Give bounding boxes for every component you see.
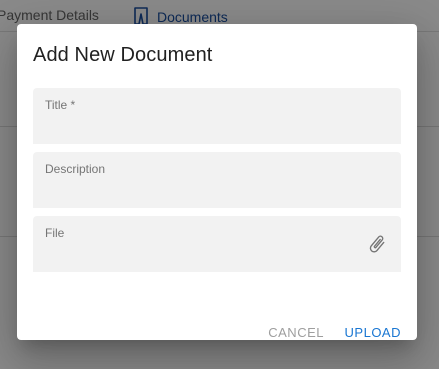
dialog-title: Add New Document bbox=[33, 44, 213, 66]
description-input[interactable] bbox=[45, 179, 365, 201]
file-input[interactable] bbox=[45, 243, 365, 265]
file-field-label: File bbox=[45, 226, 65, 240]
title-field-label: Title * bbox=[45, 98, 76, 112]
description-field-label: Description bbox=[45, 162, 106, 176]
paperclip-icon[interactable] bbox=[366, 233, 388, 255]
description-field[interactable]: Description bbox=[33, 152, 401, 208]
title-field[interactable]: Title * bbox=[33, 88, 401, 144]
title-input[interactable] bbox=[45, 115, 365, 137]
upload-button[interactable]: UPLOAD bbox=[345, 322, 401, 342]
file-field[interactable]: File bbox=[33, 216, 401, 272]
cancel-button[interactable]: CANCEL bbox=[268, 322, 324, 342]
add-document-dialog: Add New Document Title * Description Fil… bbox=[17, 24, 417, 340]
